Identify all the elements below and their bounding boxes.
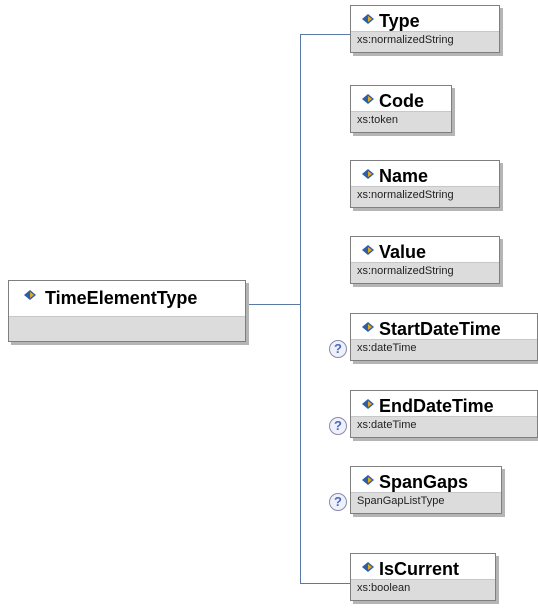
element-name: Value [379,242,427,262]
element-name: EndDateTime [379,396,494,416]
element-icon [362,475,374,485]
element-box-iscurrent[interactable]: IsCurrent xs:boolean [350,553,496,601]
element-type: xs:token [357,114,398,126]
element-icon [362,14,374,24]
element-box-enddatetime[interactable]: EndDateTime xs:dateTime [350,390,538,438]
connector-top-branch [300,34,350,35]
element-type: xs:dateTime [357,419,417,431]
element-type: xs:normalizedString [357,34,454,46]
element-box-spangaps[interactable]: SpanGaps SpanGapListType [350,466,502,514]
element-type-bar: xs:normalizedString [351,186,499,207]
element-type-bar: xs:dateTime [351,416,537,437]
element-icon [362,562,374,572]
element-box-name[interactable]: Name xs:normalizedString [350,160,500,208]
element-icon [362,169,374,179]
connector-bottom-branch [300,583,350,584]
element-name: IsCurrent [379,559,460,579]
element-icon [362,399,374,409]
element-icon [362,245,374,255]
element-type: SpanGapListType [357,495,445,507]
element-type-bar: xs:boolean [351,579,495,600]
element-icon [362,94,374,104]
element-name: Code [379,91,424,111]
element-name: StartDateTime [379,319,501,339]
optional-marker-icon: ? [329,340,347,358]
element-type-bar: xs:normalizedString [351,262,499,283]
element-box-value[interactable]: Value xs:normalizedString [350,236,500,284]
root-type-name: TimeElementType [45,288,198,308]
element-type: xs:normalizedString [357,189,454,201]
element-type: xs:boolean [357,582,411,594]
optional-marker-icon: ? [329,493,347,511]
element-type-bar: xs:dateTime [351,339,537,360]
element-type-bar: xs:token [351,111,451,132]
element-box-startdatetime[interactable]: StartDateTime xs:dateTime [350,313,538,361]
root-type-box[interactable]: TimeElementType [8,280,246,342]
root-type-footer [9,316,245,341]
element-box-type[interactable]: Type xs:normalizedString [350,5,500,53]
optional-marker-icon: ? [329,417,347,435]
connector-trunk-vertical [300,34,301,583]
element-type-bar: xs:normalizedString [351,31,499,52]
element-type: xs:dateTime [357,342,417,354]
element-name: Name [379,166,429,186]
element-name: SpanGaps [379,472,469,492]
element-icon [362,322,374,332]
element-type: xs:normalizedString [357,265,454,277]
connector-root-horizontal [245,304,301,305]
element-type-bar: SpanGapListType [351,492,501,513]
element-icon [24,290,36,300]
element-box-code[interactable]: Code xs:token [350,85,452,133]
element-name: Type [379,11,420,31]
